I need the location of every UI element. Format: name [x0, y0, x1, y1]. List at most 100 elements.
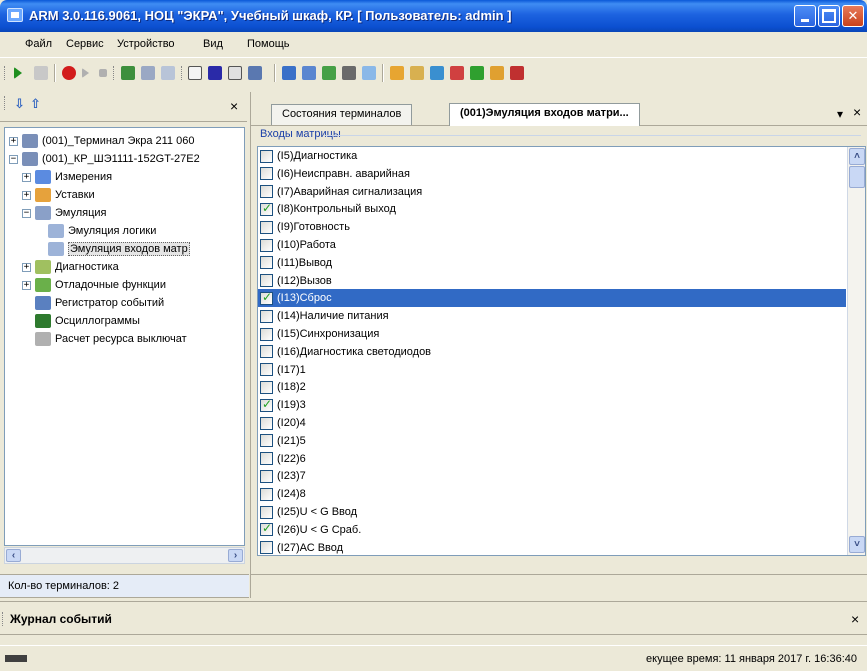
matrix-input-row[interactable]: (I24)8 [258, 485, 846, 503]
matrix-input-row[interactable]: (I11)Вывод [258, 254, 846, 272]
close-pane-icon[interactable]: × [230, 98, 238, 114]
matrix-input-row[interactable]: (I9)Готовность [258, 218, 846, 236]
export-icon[interactable] [450, 66, 464, 80]
close-tab-icon[interactable]: × [853, 104, 861, 120]
scroll-thumb[interactable] [849, 166, 865, 188]
matrix-input-checkbox[interactable] [260, 256, 273, 270]
tree-item[interactable]: Регистратор событий [35, 294, 164, 312]
tree-item[interactable]: Эмуляция логики [48, 222, 156, 240]
pause-icon[interactable] [99, 69, 107, 77]
matrix-input-row[interactable]: (I26)U < G Сраб. [258, 521, 846, 539]
expand-icon[interactable]: + [22, 262, 31, 272]
matrix-input-row[interactable]: (I13)Сброс [258, 289, 846, 308]
matrix-input-checkbox[interactable] [260, 327, 273, 341]
matrix-input-checkbox[interactable] [260, 397, 273, 412]
report-icon[interactable] [510, 66, 524, 80]
layout-dropdown-icon[interactable] [248, 66, 262, 80]
matrix-input-checkbox[interactable] [260, 452, 273, 466]
matrix-input-row[interactable]: (I5)Диагностика [258, 147, 846, 165]
close-window-button[interactable]: ✕ [842, 5, 864, 27]
matrix-input-row[interactable]: (I10)Работа [258, 236, 846, 254]
tree-item[interactable]: − (001)_КР_ШЭ1111-152GT-27E2 [9, 150, 200, 168]
matrix-input-row[interactable]: (I14)Наличие питания [258, 307, 846, 325]
scroll-up-icon[interactable]: ˄ [849, 148, 865, 165]
toolbar-grip[interactable] [4, 66, 7, 80]
matrix-input-checkbox[interactable] [260, 363, 273, 377]
matrix-input-row[interactable]: (I18)2 [258, 378, 846, 396]
matrix-input-row[interactable]: (I20)4 [258, 414, 846, 432]
arrow-down-icon[interactable]: ⇩ [14, 96, 25, 112]
connect-icon[interactable] [282, 66, 296, 80]
tree-item[interactable]: + Диагностика [22, 258, 119, 276]
matrix-input-row[interactable]: (I17)1 [258, 361, 846, 379]
play-icon[interactable] [14, 67, 22, 79]
folder-icon[interactable] [390, 66, 404, 80]
matrix-input-checkbox[interactable] [260, 220, 273, 234]
search-icon[interactable] [362, 66, 376, 80]
tree-item[interactable]: + (001)_Терминал Экра 211 060 [9, 132, 194, 150]
matrix-input-checkbox[interactable] [260, 345, 273, 359]
menu-file[interactable]: Файл [25, 38, 52, 50]
matrix-input-row[interactable]: (I16)Диагностика светодиодов [258, 343, 846, 361]
matrix-input-checkbox[interactable] [260, 309, 273, 323]
matrix-input-checkbox[interactable] [260, 149, 273, 163]
expand-icon[interactable]: + [9, 136, 18, 146]
collapse-icon[interactable]: − [9, 154, 18, 164]
matrix-input-row[interactable]: (I6)Неисправн. аварийная [258, 165, 846, 183]
matrix-input-row[interactable]: (I19)3 [258, 396, 846, 414]
matrix-input-checkbox[interactable] [260, 185, 273, 199]
tree-item[interactable]: + Отладочные функции [22, 276, 166, 294]
tree-item[interactable]: Эмуляция входов матр [48, 240, 190, 258]
matrix-input-row[interactable]: (I8)Контрольный выход [258, 200, 846, 218]
pane-grip[interactable] [4, 96, 7, 110]
matrix-input-row[interactable]: (I7)Аварийная сигнализация [258, 183, 846, 201]
network-icon[interactable] [121, 66, 135, 80]
filter-icon[interactable] [342, 66, 356, 80]
matrix-input-checkbox[interactable] [260, 541, 273, 555]
tab-list-dropdown-icon[interactable]: ▾ [837, 107, 843, 121]
step-icon[interactable] [82, 68, 89, 78]
matrix-input-checkbox[interactable] [260, 505, 273, 519]
tree-item[interactable]: − Эмуляция [22, 204, 107, 222]
list-vertical-scrollbar[interactable]: ˄ ˅ [847, 147, 865, 555]
matrix-input-checkbox[interactable] [260, 434, 273, 448]
matrix-input-checkbox[interactable] [260, 201, 273, 216]
matrix-input-row[interactable]: (I21)5 [258, 432, 846, 450]
menu-service[interactable]: Сервис [66, 38, 104, 50]
matrix-input-checkbox[interactable] [260, 521, 273, 537]
matrix-input-checkbox[interactable] [260, 290, 273, 305]
matrix-input-checkbox[interactable] [260, 380, 273, 394]
scroll-down-icon[interactable]: ˅ [849, 536, 865, 553]
list-icon[interactable] [188, 66, 202, 80]
tree-horizontal-scrollbar[interactable]: ‹ › [4, 547, 245, 564]
refresh-icon[interactable] [470, 66, 484, 80]
edit-icon[interactable] [410, 66, 424, 80]
scroll-left-icon[interactable]: ‹ [6, 549, 21, 562]
arrow-up-icon[interactable]: ⇧ [30, 96, 41, 112]
tree-item[interactable]: Осциллограммы [35, 312, 140, 330]
table-icon[interactable] [161, 66, 175, 80]
matrix-input-checkbox[interactable] [260, 487, 273, 501]
matrix-input-checkbox[interactable] [260, 469, 273, 483]
matrix-input-checkbox[interactable] [260, 274, 273, 288]
menu-device[interactable]: Устройство [117, 38, 175, 50]
toolbar-grip[interactable] [181, 66, 184, 80]
scroll-right-icon[interactable]: › [228, 549, 243, 562]
expand-icon[interactable]: + [22, 280, 31, 290]
tree-item[interactable]: Расчет ресурса выключат [35, 330, 187, 348]
matrix-icon[interactable] [208, 66, 222, 80]
tab-input-emulation[interactable]: (001)Эмуляция входов матри... [449, 103, 640, 126]
matrix-input-row[interactable]: (I23)7 [258, 467, 846, 485]
matrix-input-row[interactable]: (I12)Вызов [258, 272, 846, 290]
maximize-button[interactable] [818, 5, 840, 27]
matrix-input-checkbox[interactable] [260, 167, 273, 181]
tree-item[interactable]: + Измерения [22, 168, 112, 186]
window-icon[interactable] [228, 66, 242, 80]
matrix-input-row[interactable]: (I15)Синхронизация [258, 325, 846, 343]
tree-item[interactable]: + Уставки [22, 186, 95, 204]
matrix-input-row[interactable]: (I22)6 [258, 450, 846, 468]
network-disconnect-icon[interactable] [141, 66, 155, 80]
expand-icon[interactable]: + [22, 190, 31, 200]
tab-terminal-states[interactable]: Состояния терминалов [271, 104, 413, 125]
expand-icon[interactable]: + [22, 172, 31, 182]
